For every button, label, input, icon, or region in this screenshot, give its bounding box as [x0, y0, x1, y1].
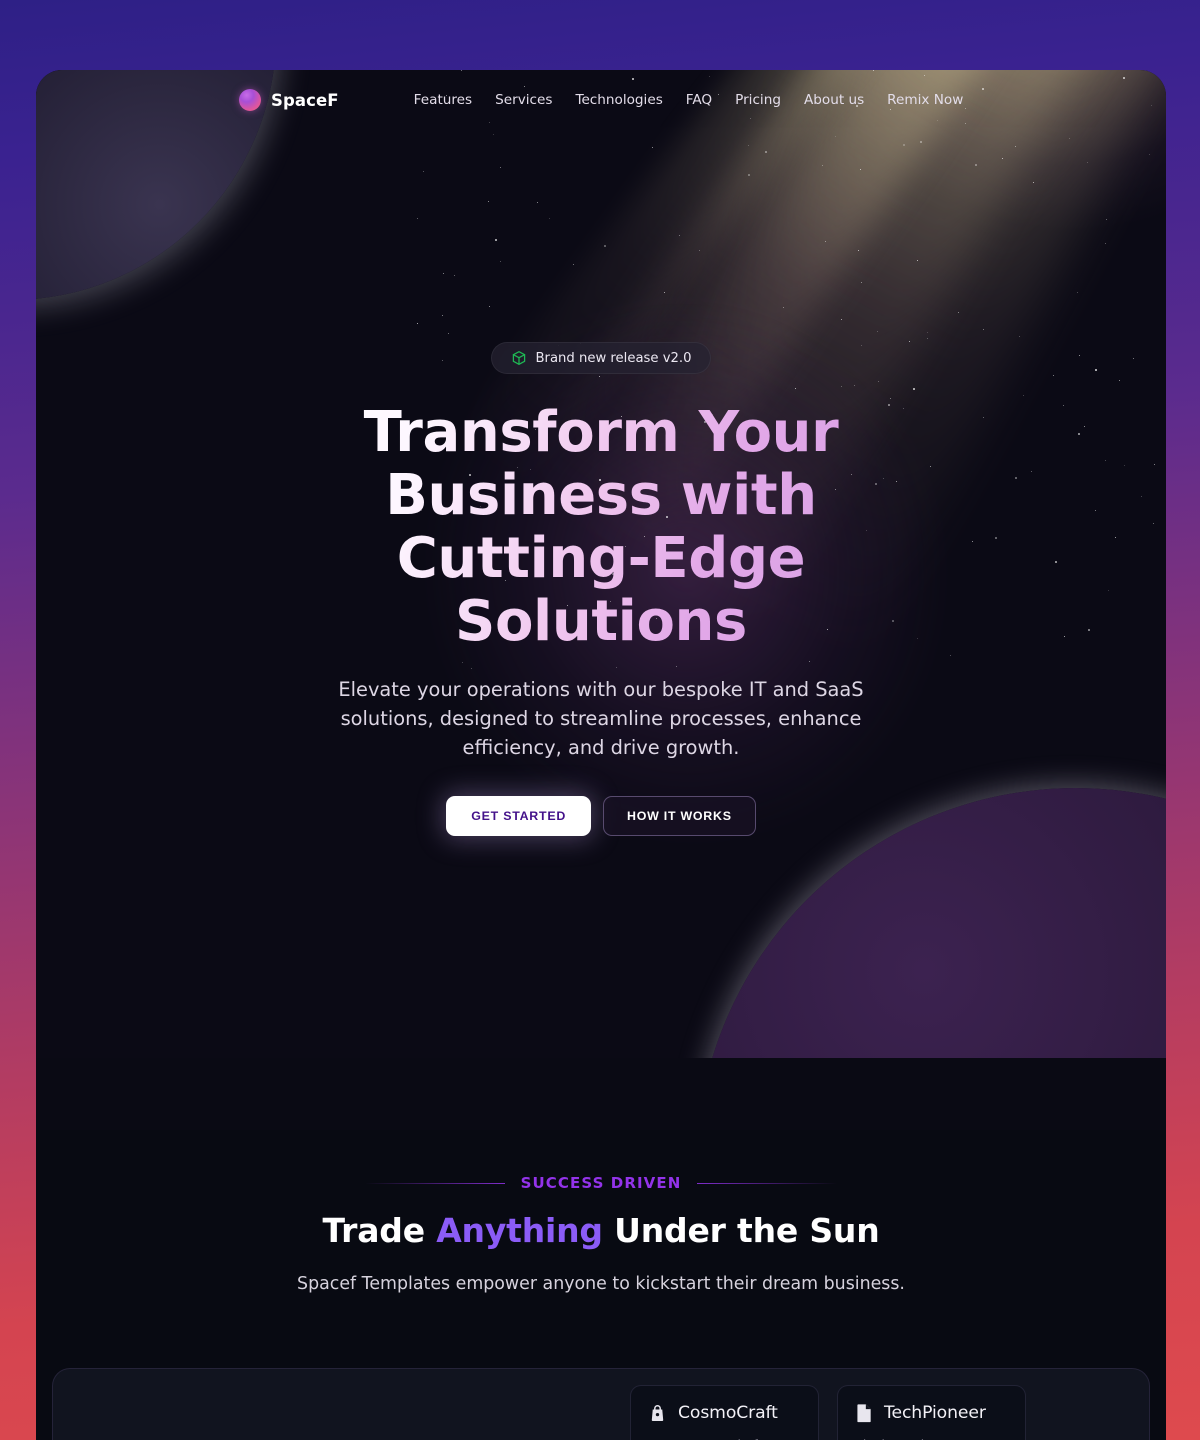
shopping-bag-icon [648, 1404, 667, 1423]
hero-cta-row: GET STARTED HOW IT WORKS [446, 796, 756, 837]
integration-card-title: TechPioneer [884, 1403, 986, 1423]
section-title-post: Under the Sun [602, 1211, 880, 1250]
hero-section: SpaceF Features Services Technologies FAQ Pr… [36, 70, 1166, 1058]
how-it-works-button[interactable]: HOW IT WORKS [603, 796, 756, 837]
nav-link-services[interactable]: Services [495, 92, 552, 108]
section-eyebrow: SUCCESS DRIVEN [520, 1174, 682, 1192]
eyebrow-divider-right [697, 1182, 838, 1184]
brand-logo[interactable]: SpaceF [239, 89, 339, 111]
eyebrow-divider-left [364, 1182, 505, 1184]
section-title-accent: Anything [436, 1211, 603, 1250]
integration-card-header: CosmoCraft [648, 1403, 801, 1423]
easy-integration-card: Easy Integration CosmoCraftE-commerce pl… [52, 1368, 1150, 1440]
page-shell: SpaceF Features Services Technologies FAQ Pr… [36, 70, 1166, 1440]
section-title-pre: Trade [322, 1211, 437, 1250]
planet-orb-icon [239, 89, 261, 111]
success-driven-section: SUCCESS DRIVEN Trade Anything Under the … [36, 1130, 1166, 1440]
integration-card-cosmocraft[interactable]: CosmoCraft E-commerce platform for artisa… [630, 1385, 819, 1440]
nav-link-about-us[interactable]: About us [804, 92, 864, 108]
get-started-button[interactable]: GET STARTED [446, 796, 592, 837]
hero-title: Transform Your Business with Cutting-Edg… [271, 401, 931, 653]
section-title: Trade Anything Under the Sun [36, 1211, 1166, 1250]
nav-link-features[interactable]: Features [414, 92, 472, 108]
section-subtitle: Spacef Templates empower anyone to kicks… [297, 1274, 905, 1294]
integration-card-description: Sleek, modern templates for tech startup… [855, 1436, 1008, 1440]
release-badge[interactable]: Brand new release v2.0 [490, 342, 712, 374]
integration-mini-cards: CosmoCraft E-commerce platform for artisa… [630, 1385, 1026, 1440]
integration-card-description: E-commerce platform for artisanal goods. [648, 1436, 801, 1440]
release-badge-label: Brand new release v2.0 [535, 350, 692, 366]
hero-subtitle: Elevate your operations with our bespoke… [338, 678, 864, 760]
nav-link-faq[interactable]: FAQ [686, 92, 712, 108]
main-navigation: SpaceF Features Services Technologies FAQ Pr… [36, 70, 1166, 130]
nav-links: Features Services Technologies FAQ Pricing Ab… [414, 92, 964, 108]
nav-link-technologies[interactable]: Technologies [575, 92, 662, 108]
nav-link-pricing[interactable]: Pricing [735, 92, 781, 108]
nav-link-remix-now[interactable]: Remix Now [887, 92, 963, 108]
integration-card-title: CosmoCraft [678, 1403, 778, 1423]
brand-name: SpaceF [271, 90, 339, 110]
document-icon [855, 1403, 873, 1423]
hero-content: Brand new release v2.0 Transform Your Bu… [36, 70, 1166, 1058]
section-eyebrow-row: SUCCESS DRIVEN [36, 1130, 1166, 1192]
integration-card-header: TechPioneer [855, 1403, 1008, 1423]
cube-3d-icon [511, 350, 527, 366]
integration-card-techpioneer[interactable]: TechPioneer Sleek, modern templates for t… [837, 1385, 1026, 1440]
